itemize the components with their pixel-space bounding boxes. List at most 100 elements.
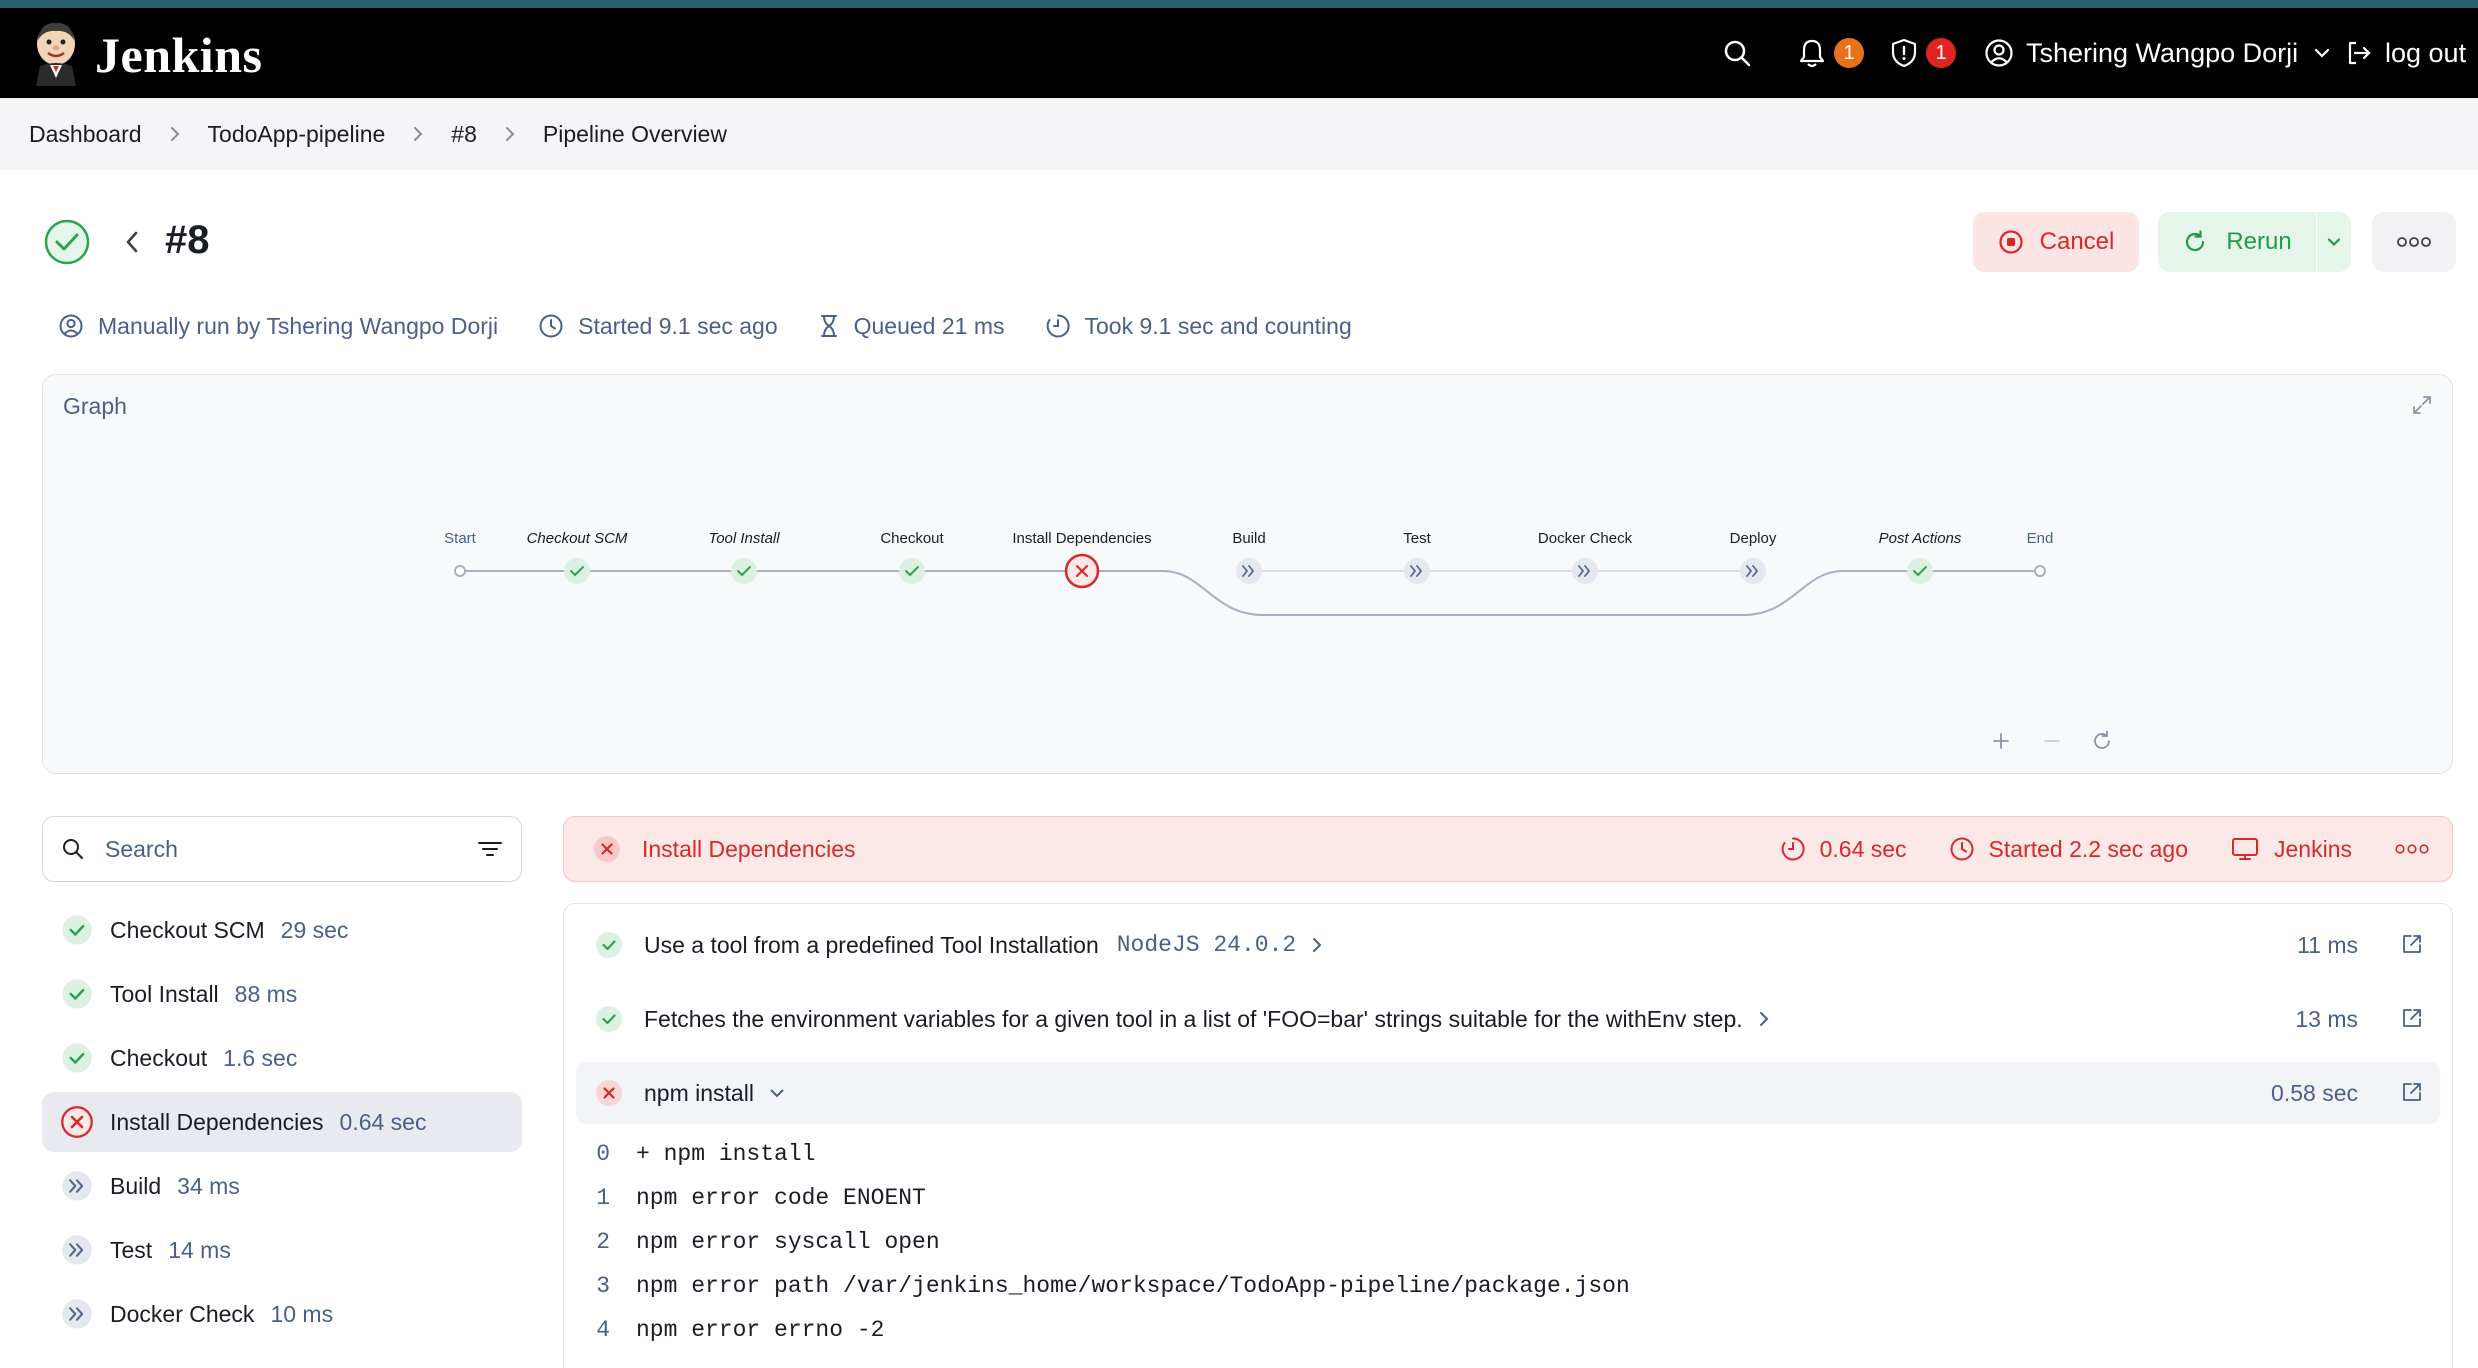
graph-node-label: Test (1403, 530, 1431, 547)
log-line: 1 npm error code ENOENT (590, 1176, 1630, 1220)
stage-duration: 29 sec (280, 916, 349, 943)
stage-name: Checkout SCM (110, 916, 265, 943)
rerun-dropdown-button[interactable] (2317, 212, 2351, 272)
stage-item[interactable]: Tool Install 88 ms (42, 964, 522, 1024)
graph-node-skipped[interactable] (1236, 558, 1262, 584)
stage-name: Docker Check (110, 1300, 255, 1327)
top-accent-strip (0, 0, 2478, 8)
graph-node-success[interactable] (1907, 558, 1933, 584)
graph-node-label: Deploy (1730, 530, 1777, 547)
graph-node-skipped[interactable] (1740, 558, 1766, 584)
meta-took: Took 9.1 sec and counting (1045, 313, 1352, 340)
reset-zoom-icon[interactable] (2090, 729, 2114, 753)
cancel-button[interactable]: Cancel (1973, 212, 2139, 272)
stage-item[interactable]: Build 34 ms (42, 1156, 522, 1216)
more-actions-button[interactable] (2372, 212, 2456, 272)
zoom-out-icon[interactable] (2040, 729, 2064, 753)
success-status-icon (62, 979, 92, 1009)
zoom-in-icon[interactable] (1989, 729, 2013, 753)
hourglass-icon (820, 315, 837, 337)
more-dots-icon (2397, 237, 2431, 247)
filter-icon[interactable] (477, 837, 503, 861)
brand-title[interactable]: Jenkins (95, 26, 262, 84)
graph-node-success[interactable] (564, 558, 590, 584)
stage-duration: 34 ms (177, 1172, 240, 1199)
log-line-number[interactable]: 0 (590, 1141, 610, 1167)
breadcrumb-job[interactable]: TodoApp-pipeline (208, 121, 386, 148)
stage-duration: 1.6 sec (223, 1044, 298, 1071)
breadcrumb-dashboard[interactable]: Dashboard (29, 121, 142, 148)
rerun-button[interactable]: Rerun (2158, 212, 2316, 272)
step-row[interactable]: Fetches the environment variables for a … (576, 988, 2440, 1050)
chevron-right-icon (411, 125, 425, 143)
external-link-icon[interactable] (2400, 932, 2424, 956)
selected-stage-started-text: Started 2.2 sec ago (1988, 835, 2189, 862)
log-line: 3 npm error path /var/jenkins_home/worksp… (590, 1264, 1630, 1308)
stage-item[interactable]: Checkout SCM 29 sec (42, 900, 522, 960)
log-line: 0 + npm install (590, 1132, 1630, 1176)
log-line-text: + npm install (636, 1141, 816, 1167)
log-line-text: npm error errno -2 (636, 1317, 885, 1343)
graph-node-success[interactable] (899, 558, 925, 584)
shield-alert-icon (1891, 38, 1917, 68)
user-circle-icon (59, 314, 83, 338)
graph-terminal-node (454, 565, 466, 577)
user-menu[interactable]: Tshering Wangpo Dorji (1984, 8, 2332, 98)
log-line-number[interactable]: 4 (590, 1317, 610, 1343)
selected-stage-duration-text: 0.64 sec (1819, 835, 1907, 862)
step-row[interactable]: Use a tool from a predefined Tool Instal… (576, 914, 2440, 976)
clock-icon (539, 314, 563, 338)
pipeline-graph: Start Checkout SCM Tool Install Checkout Ins… (444, 530, 2053, 616)
stage-item[interactable]: Docker Check 10 ms (42, 1284, 522, 1344)
log-line-number[interactable]: 2 (590, 1229, 610, 1255)
graph-node-label: Install Dependencies (1012, 530, 1151, 547)
meta-took-text: Took 9.1 sec and counting (1084, 312, 1352, 339)
chevron-right-icon (1310, 936, 1324, 954)
selected-stage-started: Started 2.2 sec ago (1949, 836, 2188, 863)
skipped-status-icon (62, 1171, 92, 1201)
graph-terminal-node (2034, 565, 2046, 577)
graph-node-skipped[interactable] (1572, 558, 1598, 584)
user-avatar-icon (1985, 39, 2013, 67)
back-chevron-icon[interactable] (118, 224, 146, 260)
log-line-text: npm error syscall open (636, 1229, 940, 1255)
graph-node-label: Post Actions (1879, 530, 1962, 547)
success-status-icon (44, 219, 90, 265)
run-meta: Manually run by Tshering Wangpo Dorji St… (58, 308, 1392, 344)
selected-stage-agent[interactable]: Jenkins (2230, 836, 2352, 863)
breadcrumb-current[interactable]: Pipeline Overview (543, 121, 727, 148)
log-line-number[interactable]: 1 (590, 1185, 610, 1211)
security-button[interactable]: 1 (1890, 8, 1956, 98)
stage-search[interactable] (42, 816, 522, 882)
search-button[interactable] (1722, 8, 1752, 98)
selected-stage-agent-text: Jenkins (2274, 835, 2352, 862)
breadcrumb-build[interactable]: #8 (451, 121, 477, 148)
stop-circle-icon (1999, 230, 2023, 254)
stage-item[interactable]: Test 14 ms (42, 1220, 522, 1280)
step-description: npm install (644, 1079, 754, 1106)
success-status-icon (62, 1043, 92, 1073)
selected-stage-name: Install Dependencies (642, 835, 856, 862)
stage-name: Checkout (110, 1044, 208, 1071)
pipeline-graph-panel: Graph Start Checkout SCM Tool Install Check… (42, 374, 2453, 774)
search-icon (63, 839, 83, 859)
jenkins-logo-icon[interactable] (28, 20, 84, 86)
graph-node-label: Checkout SCM (527, 530, 628, 547)
stage-item[interactable]: Install Dependencies 0.64 sec (42, 1092, 522, 1152)
graph-node-label: Tool Install (708, 530, 780, 547)
external-link-icon[interactable] (2400, 1006, 2424, 1030)
more-dots-icon[interactable] (2394, 843, 2430, 855)
step-duration: 0.58 sec (2271, 1079, 2358, 1106)
logout-link[interactable]: log out (2345, 8, 2466, 98)
search-input[interactable] (105, 835, 445, 863)
chevron-down-icon (2315, 48, 2330, 58)
meta-started: Started 9.1 sec ago (538, 313, 778, 340)
step-row-expanded[interactable]: npm install 0.58 sec (576, 1062, 2440, 1124)
graph-node-success[interactable] (731, 558, 757, 584)
notifications-button[interactable]: 1 (1798, 8, 1864, 98)
graph-node-skipped[interactable] (1404, 558, 1430, 584)
stage-name: Build (110, 1172, 162, 1199)
log-line-number[interactable]: 3 (590, 1273, 610, 1299)
external-link-icon[interactable] (2400, 1080, 2424, 1104)
stage-item[interactable]: Checkout 1.6 sec (42, 1028, 522, 1088)
